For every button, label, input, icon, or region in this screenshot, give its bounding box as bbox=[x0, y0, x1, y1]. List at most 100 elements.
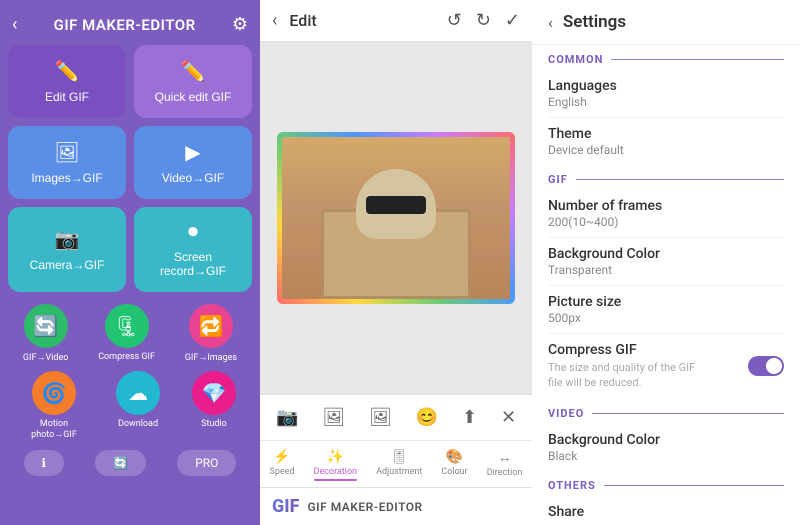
download-circle: ☁ bbox=[116, 371, 160, 415]
camera-icon: 📷 bbox=[55, 227, 80, 252]
gif-to-images-item[interactable]: 🔁 GIF→Images bbox=[185, 304, 237, 363]
app-title: GIF MAKER-EDITOR bbox=[54, 16, 196, 34]
video-bg-color-value: Black bbox=[548, 449, 784, 463]
gif-preview-area bbox=[260, 42, 532, 394]
theme-value: Device default bbox=[548, 143, 784, 157]
tab-adjustment[interactable]: 🎚 Adjustment bbox=[370, 447, 428, 483]
speed-tab-icon: ⚡ bbox=[273, 449, 290, 465]
mid-header: ‹ Edit ↺ ↻ ✓ bbox=[260, 0, 532, 42]
bg-color-item[interactable]: Background Color Transparent bbox=[532, 238, 800, 285]
cat-image bbox=[282, 137, 510, 299]
settings-icon[interactable]: ⚙ bbox=[232, 14, 248, 35]
settings-title: Settings bbox=[563, 12, 626, 32]
footer-app-title: GIF MAKER-EDITOR bbox=[307, 500, 422, 514]
languages-title: Languages bbox=[548, 78, 784, 94]
num-frames-title: Number of frames bbox=[548, 198, 784, 214]
compress-gif-desc: The size and quality of the GIF file wil… bbox=[548, 360, 708, 391]
mid-back-icon[interactable]: ‹ bbox=[272, 10, 277, 31]
video-label: Video→GIF bbox=[162, 171, 224, 185]
undo-icon[interactable]: ↺ bbox=[447, 10, 462, 31]
studio-circle: 💎 bbox=[192, 371, 236, 415]
gif-rainbow-border bbox=[277, 132, 515, 304]
confirm-icon[interactable]: ✓ bbox=[505, 10, 520, 31]
mid-header-actions: ↺ ↻ ✓ bbox=[447, 10, 520, 31]
languages-item[interactable]: Languages English bbox=[532, 70, 800, 117]
video-label: VIDEO bbox=[548, 407, 584, 420]
images-label: Images→GIF bbox=[31, 171, 102, 185]
close-toolbar-icon[interactable]: ✕ bbox=[497, 403, 520, 432]
download-item[interactable]: ☁ Download bbox=[116, 371, 160, 440]
info-pill-button[interactable]: ℹ bbox=[24, 450, 65, 476]
circle-buttons-row1: 🔄 GIF→Video 🗜 Compress GIF 🔁 GIF→Images bbox=[8, 304, 252, 363]
tab-decoration[interactable]: ✨ Decoration bbox=[308, 447, 364, 483]
compress-gif-item[interactable]: Compress GIF The size and quality of the… bbox=[532, 334, 800, 399]
camera-toolbar-icon[interactable]: 📷 bbox=[272, 403, 302, 432]
studio-item[interactable]: 💎 Studio bbox=[192, 371, 236, 440]
compress-gif-item[interactable]: 🗜 Compress GIF bbox=[98, 304, 155, 363]
theme-item[interactable]: Theme Device default bbox=[532, 118, 800, 165]
images-to-gif-button[interactable]: 🖼 Images→GIF bbox=[8, 126, 126, 199]
top-buttons-grid: ✏️ Edit GIF ✏️ Quick edit GIF 🖼 Images→G… bbox=[8, 45, 252, 292]
left-header: ‹ GIF MAKER-EDITOR ⚙ bbox=[8, 8, 252, 45]
screen-record-button[interactable]: ⏺ Screen record→GIF bbox=[134, 207, 252, 292]
mid-panel: ‹ Edit ↺ ↻ ✓ 📷 🖼 🖼 😊 ⬆ ✕ ⚡ bbox=[260, 0, 532, 525]
mid-title: Edit bbox=[289, 11, 434, 30]
video-bg-color-item[interactable]: Background Color Black bbox=[532, 424, 800, 471]
colour-tab-label: Colour bbox=[441, 467, 467, 477]
tab-colour[interactable]: 🎨 Colour bbox=[435, 447, 473, 483]
pill-buttons-row: ℹ 🔄 PRO bbox=[8, 450, 252, 476]
gif-divider-line bbox=[576, 179, 784, 180]
edit-gif-label: Edit GIF bbox=[45, 90, 89, 104]
motion-photo-item[interactable]: 🌀 Motion photo→GIF bbox=[24, 371, 84, 440]
common-divider-line bbox=[611, 59, 784, 60]
right-panel: ‹ Settings COMMON Languages English Them… bbox=[532, 0, 800, 525]
compress-gif-toggle[interactable] bbox=[748, 356, 784, 376]
speed-tab-label: Speed bbox=[270, 467, 295, 477]
gif-to-video-item[interactable]: 🔄 GIF→Video bbox=[23, 304, 68, 363]
video-icon: ▶ bbox=[185, 140, 200, 165]
active-tab-indicator bbox=[314, 479, 358, 481]
emoji-toolbar-icon[interactable]: 😊 bbox=[412, 403, 442, 432]
refresh-pill-button[interactable]: 🔄 bbox=[95, 450, 146, 476]
frame-toolbar-icon[interactable]: 🖼 bbox=[365, 403, 396, 432]
theme-title: Theme bbox=[548, 126, 784, 142]
video-divider-line bbox=[592, 413, 784, 414]
colour-tab-icon: 🎨 bbox=[446, 449, 463, 465]
left-panel: ‹ GIF MAKER-EDITOR ⚙ ✏️ Edit GIF ✏️ Quic… bbox=[0, 0, 260, 525]
settings-back-icon[interactable]: ‹ bbox=[548, 13, 553, 32]
back-arrow-icon[interactable]: ‹ bbox=[12, 14, 17, 35]
others-section-header: OTHERS bbox=[532, 471, 800, 496]
mid-toolbar: 📷 🖼 🖼 😊 ⬆ ✕ bbox=[260, 394, 532, 440]
camera-to-gif-button[interactable]: 📷 Camera→GIF bbox=[8, 207, 126, 292]
compress-gif-circle: 🗜 bbox=[105, 304, 149, 348]
upload-toolbar-icon[interactable]: ⬆ bbox=[458, 403, 481, 432]
compress-gif-row: Compress GIF The size and quality of the… bbox=[548, 342, 784, 391]
mid-footer: GIF GIF MAKER-EDITOR bbox=[260, 487, 532, 525]
gif-to-images-circle: 🔁 bbox=[189, 304, 233, 348]
quick-edit-gif-button[interactable]: ✏️ Quick edit GIF bbox=[134, 45, 252, 118]
decoration-tab-label: Decoration bbox=[314, 467, 358, 477]
others-label: OTHERS bbox=[548, 479, 596, 492]
compress-gif-label: Compress GIF bbox=[98, 352, 155, 362]
image-toolbar-icon[interactable]: 🖼 bbox=[318, 403, 349, 432]
video-to-gif-button[interactable]: ▶ Video→GIF bbox=[134, 126, 252, 199]
gif-to-images-label: GIF→Images bbox=[185, 352, 237, 363]
edit-gif-button[interactable]: ✏️ Edit GIF bbox=[8, 45, 126, 118]
picture-size-item[interactable]: Picture size 500px bbox=[532, 286, 800, 333]
studio-label: Studio bbox=[201, 419, 227, 429]
adjustment-tab-icon: 🎚 bbox=[390, 449, 408, 465]
num-frames-item[interactable]: Number of frames 200(10~400) bbox=[532, 190, 800, 237]
video-bg-color-title: Background Color bbox=[548, 432, 784, 448]
screen-record-icon: ⏺ bbox=[188, 221, 198, 244]
quick-edit-icon: ✏️ bbox=[181, 59, 206, 84]
refresh-icon: 🔄 bbox=[113, 456, 128, 470]
share-item[interactable]: Share bbox=[532, 496, 800, 525]
common-section-header: COMMON bbox=[532, 45, 800, 70]
common-label: COMMON bbox=[548, 53, 603, 66]
quick-edit-label: Quick edit GIF bbox=[155, 90, 232, 104]
redo-icon[interactable]: ↻ bbox=[476, 10, 491, 31]
gif-section: GIF Number of frames 200(10~400) Backgro… bbox=[532, 165, 800, 399]
tab-speed[interactable]: ⚡ Speed bbox=[264, 447, 301, 483]
pro-pill-button[interactable]: PRO bbox=[177, 450, 236, 476]
tab-direction[interactable]: ↔ Direction bbox=[481, 447, 529, 483]
